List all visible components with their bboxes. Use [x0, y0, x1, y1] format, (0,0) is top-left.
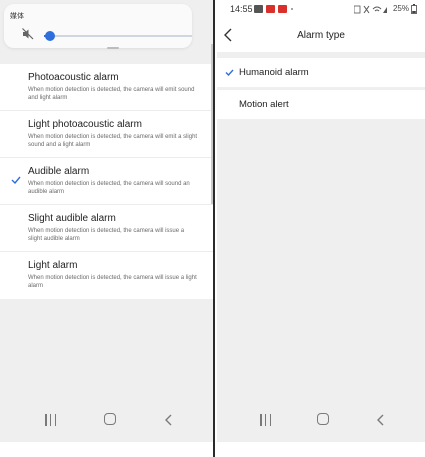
alarm-options-list: Photoacoustic alarm When motion detectio… [0, 64, 213, 299]
home-icon[interactable] [317, 413, 329, 425]
battery-level: 25% [392, 4, 409, 13]
option-audible-alarm[interactable]: Audible alarm When motion detection is d… [0, 158, 213, 205]
volume-slider-knob[interactable] [45, 31, 55, 41]
battery-icon [411, 4, 417, 14]
option-title: Light photoacoustic alarm [28, 119, 142, 130]
status-bar: 14:55 25% [217, 0, 425, 18]
checkmark-icon [11, 176, 21, 184]
option-title: Light alarm [28, 260, 78, 271]
system-nav-bar [217, 400, 425, 442]
option-description: When motion detection is detected, the c… [28, 134, 198, 148]
app-notification-icon [278, 5, 287, 13]
gallery-notification-icon [254, 5, 263, 13]
recent-apps-icon[interactable] [260, 414, 271, 426]
checkmark-icon [225, 69, 234, 76]
option-slight-audible-alarm[interactable]: Slight audible alarm When motion detecti… [0, 205, 213, 252]
home-icon[interactable] [104, 413, 116, 425]
option-title: Audible alarm [28, 166, 90, 177]
option-humanoid-alarm[interactable]: Humanoid alarm [217, 58, 425, 87]
back-icon[interactable] [163, 413, 175, 427]
right-screen: 14:55 25% Alarm type Humanoid alarm Moti… [217, 0, 425, 457]
back-icon[interactable] [375, 413, 387, 427]
header: Alarm type [217, 18, 425, 52]
option-title: Photoacoustic alarm [28, 72, 119, 83]
system-nav-bar [0, 400, 213, 442]
bottom-strip [217, 442, 425, 457]
volume-panel-title: 媒体 [10, 13, 24, 20]
option-motion-alert[interactable]: Motion alert [217, 90, 425, 119]
left-screen: 媒体 Photoacoustic alarm When motion detec… [0, 0, 213, 457]
recent-apps-icon[interactable] [45, 414, 56, 426]
signal-status-icons [354, 5, 387, 14]
speaker-mute-icon[interactable] [22, 28, 34, 40]
option-label: Humanoid alarm [239, 67, 309, 78]
option-label: Motion alert [239, 99, 289, 110]
option-photoacoustic-alarm[interactable]: Photoacoustic alarm When motion detectio… [0, 64, 213, 111]
option-description: When motion detection is detected, the c… [28, 181, 190, 195]
volume-slider-track[interactable] [44, 35, 192, 37]
option-description: When motion detection is detected, the c… [28, 275, 197, 289]
option-description: When motion detection is detected, the c… [28, 228, 185, 242]
option-title: Slight audible alarm [28, 213, 116, 224]
page-title: Alarm type [297, 30, 345, 41]
app-notification-icon [266, 5, 275, 13]
drag-handle[interactable] [107, 47, 119, 49]
option-description: When motion detection is detected, the c… [28, 87, 195, 101]
option-light-alarm[interactable]: Light alarm When motion detection is det… [0, 252, 213, 299]
more-notifications-dot [291, 8, 293, 10]
option-light-photoacoustic-alarm[interactable]: Light photoacoustic alarm When motion de… [0, 111, 213, 158]
status-time: 14:55 [230, 4, 253, 14]
bottom-strip [0, 442, 213, 457]
volume-panel: 媒体 [4, 4, 192, 49]
